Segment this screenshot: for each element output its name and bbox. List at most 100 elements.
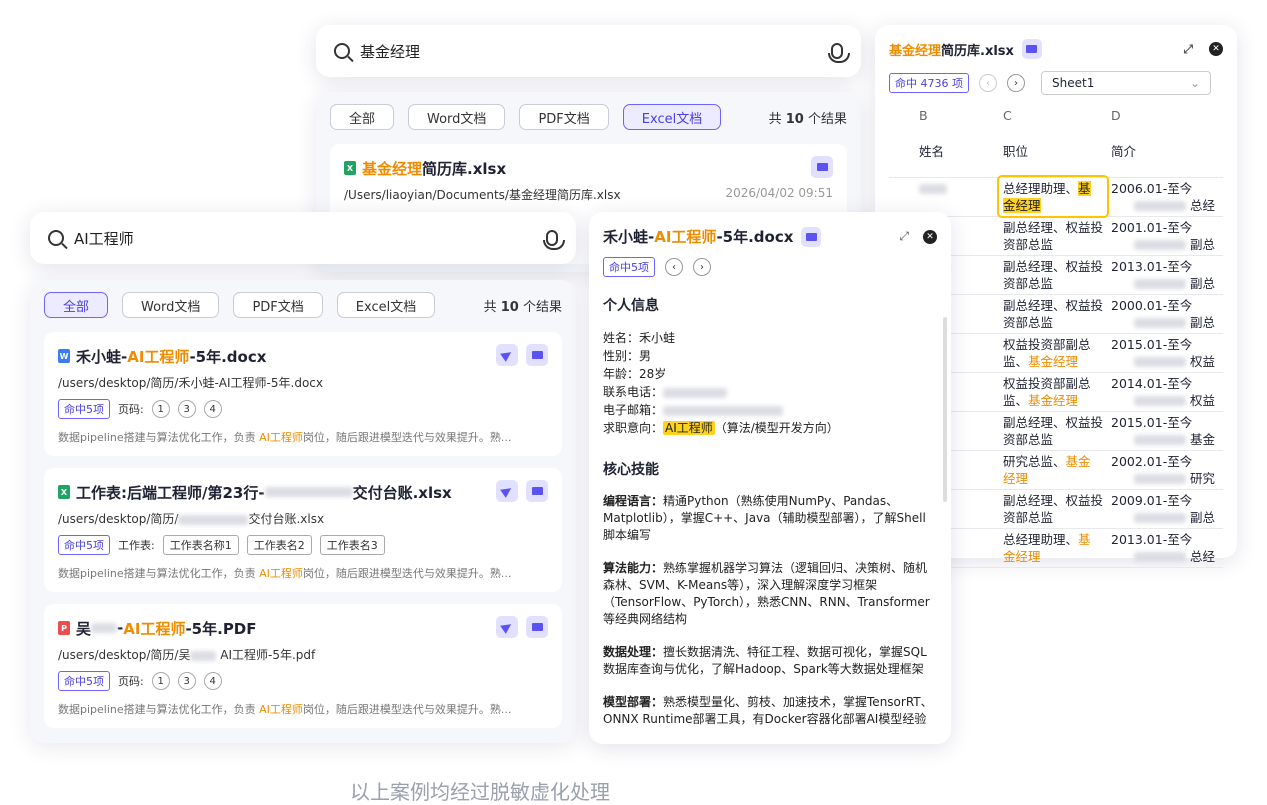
close-icon[interactable]: ✕ xyxy=(1209,42,1223,56)
open-folder-button[interactable] xyxy=(526,480,548,502)
back-search-input[interactable]: 基金经理 xyxy=(360,41,831,62)
table-row[interactable]: 总经理助理、基金经理 2006.01-至今 总经 xyxy=(889,175,1223,218)
send-icon xyxy=(500,484,514,498)
file-path: /users/desktop/简历/吴 AI工程师-5年.pdf xyxy=(58,648,316,662)
position-cell: 副总经理、权益投资部总监 xyxy=(999,294,1107,334)
intro-cell: 2015.01-至今 基金 xyxy=(1107,411,1223,451)
folder-icon xyxy=(531,351,543,359)
section-heading: 个人信息 xyxy=(603,298,659,314)
skill-paragraph: 算法能力：熟练掌握机器学习算法（逻辑回归、决策树、随机森林、SVM、K-Mean… xyxy=(603,561,930,626)
prev-hit-button[interactable]: ‹ xyxy=(665,258,683,276)
open-folder-button[interactable] xyxy=(811,156,833,178)
section-heading: 核心技能 xyxy=(603,462,659,478)
intro-cell: 2014.01-至今 权益 xyxy=(1107,372,1223,412)
preview-title: 禾小蛙-AI工程师-5年.docx xyxy=(603,228,794,246)
name-cell xyxy=(889,177,999,217)
intro-cell: 2001.01-至今 副总 xyxy=(1107,216,1223,256)
scrollbar[interactable] xyxy=(943,317,947,502)
position-cell: 副总经理、权益投资部总监 xyxy=(999,489,1107,529)
open-folder-button[interactable] xyxy=(526,344,548,366)
folder-icon xyxy=(805,232,817,241)
front-search-bar[interactable]: AI工程师 xyxy=(30,212,576,264)
hit-count-badge: 命中5项 xyxy=(603,257,655,277)
file-path: /users/desktop/简历/禾小蛙-AI工程师-5年.docx xyxy=(58,376,323,390)
tab-word[interactable]: Word文档 xyxy=(408,104,506,130)
tab-excel[interactable]: Excel文档 xyxy=(622,104,722,130)
page-chip[interactable]: 4 xyxy=(203,672,222,690)
hit-count-badge: 命中5项 xyxy=(58,671,110,691)
send-icon xyxy=(500,348,514,362)
result-count: 共 10 个结果 xyxy=(483,299,562,315)
page-chip[interactable]: 3 xyxy=(177,400,196,418)
front-search-input[interactable]: AI工程师 xyxy=(74,228,546,249)
intro-cell: 2015.01-至今 权益 xyxy=(1107,333,1223,373)
position-cell: 研究总监、基金经理 xyxy=(999,450,1107,490)
folder-icon xyxy=(531,623,543,631)
expand-icon[interactable]: ⤢ xyxy=(899,229,909,244)
position-cell: 权益投资部副总监、基金经理 xyxy=(999,333,1107,373)
open-folder-button[interactable] xyxy=(1021,39,1042,59)
result-snippet: 数据pipeline搭建与算法优化工作，负责 AI工程师岗位，随后跟进模型迭代与… xyxy=(58,431,512,444)
excel-file-icon: X xyxy=(58,485,70,499)
document-preview-panel: 禾小蛙-AI工程师-5年.docx ⤢ ✕ 命中5项 ‹ › 个人信息 姓名：禾… xyxy=(589,212,951,744)
folder-icon xyxy=(816,163,828,171)
search-icon xyxy=(334,43,350,59)
tab-pdf[interactable]: PDF文档 xyxy=(233,292,323,318)
send-button[interactable] xyxy=(496,480,518,502)
chevron-down-icon: ⌄ xyxy=(1189,76,1200,90)
folder-icon xyxy=(531,487,543,495)
tab-excel[interactable]: Excel文档 xyxy=(336,292,436,318)
list-item[interactable]: X 工作表:后端工程师/第23行- 交付台账.xlsx /users/desktop… xyxy=(44,468,562,592)
open-folder-button[interactable] xyxy=(801,226,822,247)
tab-all[interactable]: 全部 xyxy=(44,292,109,318)
position-cell: 权益投资部副总监、基金经理 xyxy=(999,372,1107,412)
position-cell: 副总经理、权益投资部总监 xyxy=(999,216,1107,256)
hit-count-badge: 命中 4736 项 xyxy=(889,73,969,93)
page-chip[interactable]: 1 xyxy=(151,672,170,690)
intro-cell: 2009.01-至今 副总 xyxy=(1107,489,1223,529)
send-button[interactable] xyxy=(496,344,518,366)
open-folder-button[interactable] xyxy=(526,616,548,638)
page-chip[interactable]: 4 xyxy=(203,400,222,418)
position-cell: 副总经理、权益投资部总监 xyxy=(999,255,1107,295)
intro-cell: 2013.01-至今 总经 xyxy=(1107,528,1223,568)
result-count: 共 10 个结果 xyxy=(768,111,847,127)
prev-hit-button[interactable]: ‹ xyxy=(979,74,997,92)
front-results-panel: 全部 Word文档 PDF文档 Excel文档 共 10 个结果 W 禾小蛙- AI… xyxy=(30,280,576,743)
list-item[interactable]: W 禾小蛙- AI工程师 -5年.docx /users/desktop/简历/禾小蛙… xyxy=(44,332,562,456)
back-search-bar[interactable]: 基金经理 xyxy=(316,25,861,77)
sheet-chip[interactable]: 工作表名2 xyxy=(246,535,312,555)
sheet-select[interactable]: Sheet1 ⌄ xyxy=(1041,71,1211,95)
skill-paragraph: 数据处理：擅长数据清洗、特征工程、数据可视化，掌握SQL数据库查询与优化，了解H… xyxy=(603,645,927,676)
microphone-icon[interactable] xyxy=(543,230,565,250)
hit-count-badge: 命中5项 xyxy=(58,535,110,555)
caption: 以上案例均经过脱敏虚化处理 xyxy=(350,780,610,804)
sheet-chip[interactable]: 工作表名3 xyxy=(319,535,385,555)
list-item[interactable]: P 吴 - AI工程师 -5年.PDF /users/desktop/简历/吴 AI工程… xyxy=(44,604,562,728)
position-cell: 副总经理、权益投资部总监 xyxy=(999,411,1107,451)
intro-cell: 2013.01-至今 副总 xyxy=(1107,255,1223,295)
tab-pdf[interactable]: PDF文档 xyxy=(519,104,609,130)
tab-all[interactable]: 全部 xyxy=(330,104,395,130)
expand-icon[interactable]: ⤢ xyxy=(1183,42,1193,57)
file-path: /users/desktop/简历/交付台账.xlsx xyxy=(58,512,325,526)
personal-info: 姓名：禾小蛙 性别：男 年龄：28岁 联系电话： 电子邮箱： 求职意向： AI工程… xyxy=(603,331,839,435)
send-button[interactable] xyxy=(496,616,518,638)
sheet-chip[interactable]: 工作表名称1 xyxy=(162,535,239,555)
pdf-file-icon: P xyxy=(58,621,70,635)
result-snippet: 数据pipeline搭建与算法优化工作，负责 AI工程师岗位，随后跟进模型迭代与… xyxy=(58,703,512,716)
skill-paragraph: 编程语言：精通Python（熟练使用NumPy、Pandas、Matplotli… xyxy=(603,494,926,542)
send-icon xyxy=(500,620,514,634)
hit-count-badge: 命中5项 xyxy=(58,399,110,419)
word-file-icon: W xyxy=(58,349,70,363)
next-hit-button[interactable]: › xyxy=(1007,74,1025,92)
close-icon[interactable]: ✕ xyxy=(923,229,937,244)
tab-word[interactable]: Word文档 xyxy=(122,292,220,318)
microphone-icon[interactable] xyxy=(828,43,850,63)
page-chip[interactable]: 1 xyxy=(151,400,170,418)
page-chip[interactable]: 3 xyxy=(177,672,196,690)
excel-file-icon: X xyxy=(344,161,356,175)
intro-cell: 2000.01-至今 副总 xyxy=(1107,294,1223,334)
next-hit-button[interactable]: › xyxy=(693,258,711,276)
folder-icon xyxy=(1026,45,1038,53)
